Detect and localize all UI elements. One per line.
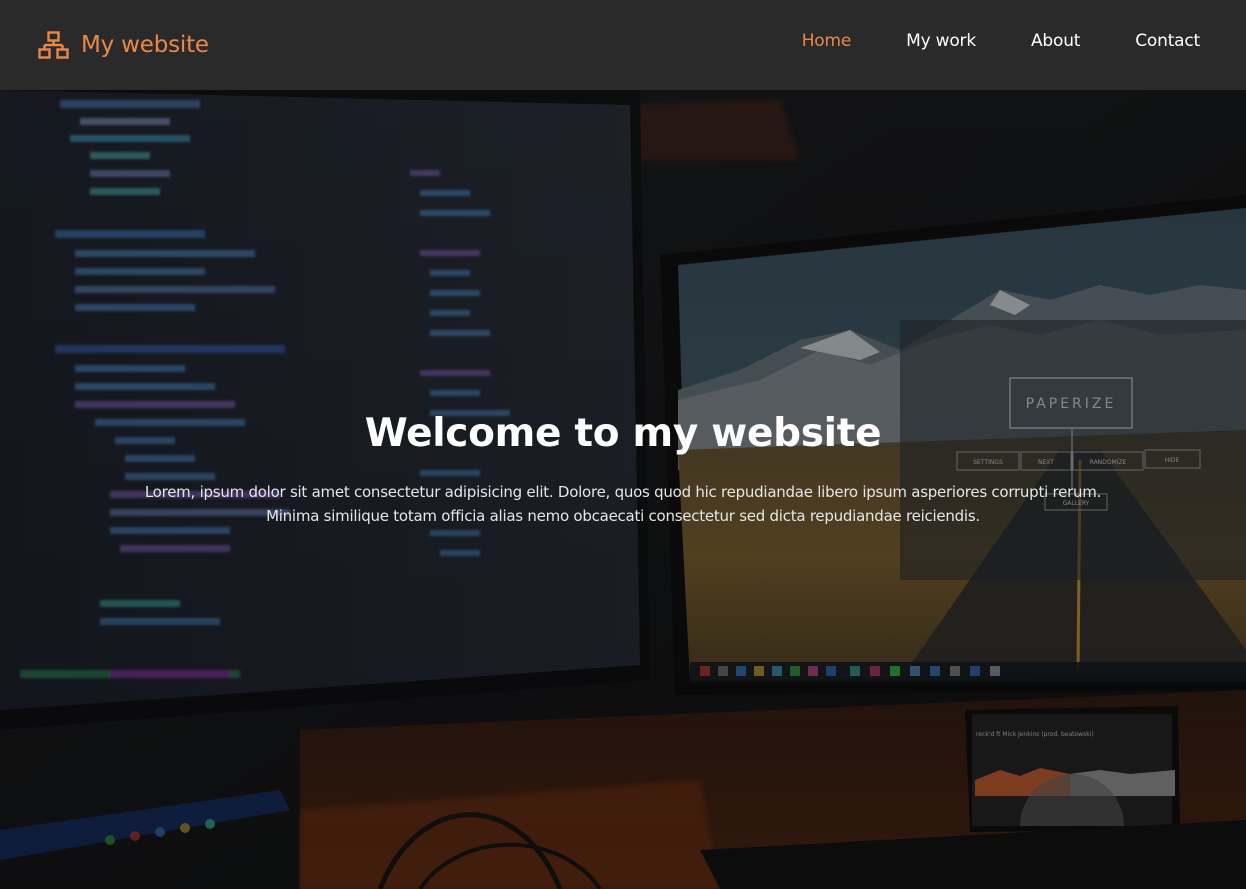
nav-link-contact[interactable]: Contact	[1135, 31, 1200, 51]
sitemap-icon	[38, 31, 69, 59]
nav-link-home[interactable]: Home	[802, 31, 852, 51]
brand-title: My website	[81, 32, 209, 58]
main-nav: Home My work About Contact	[747, 31, 1200, 51]
nav-link-about[interactable]: About	[1031, 31, 1080, 51]
page: PAPERIZE SETTINGS NEXT RANDOMIZE HIDE GA…	[0, 0, 1246, 889]
hero-title: Welcome to my website	[364, 411, 882, 456]
navbar: My website Home My work About Contact	[0, 0, 1246, 90]
nav-link-my-work[interactable]: My work	[906, 31, 976, 51]
hero-section: Welcome to my website Lorem, ipsum dolor…	[0, 90, 1246, 889]
brand-link[interactable]: My website	[38, 28, 209, 62]
hero-description: Lorem, ipsum dolor sit amet consectetur …	[144, 483, 1102, 525]
